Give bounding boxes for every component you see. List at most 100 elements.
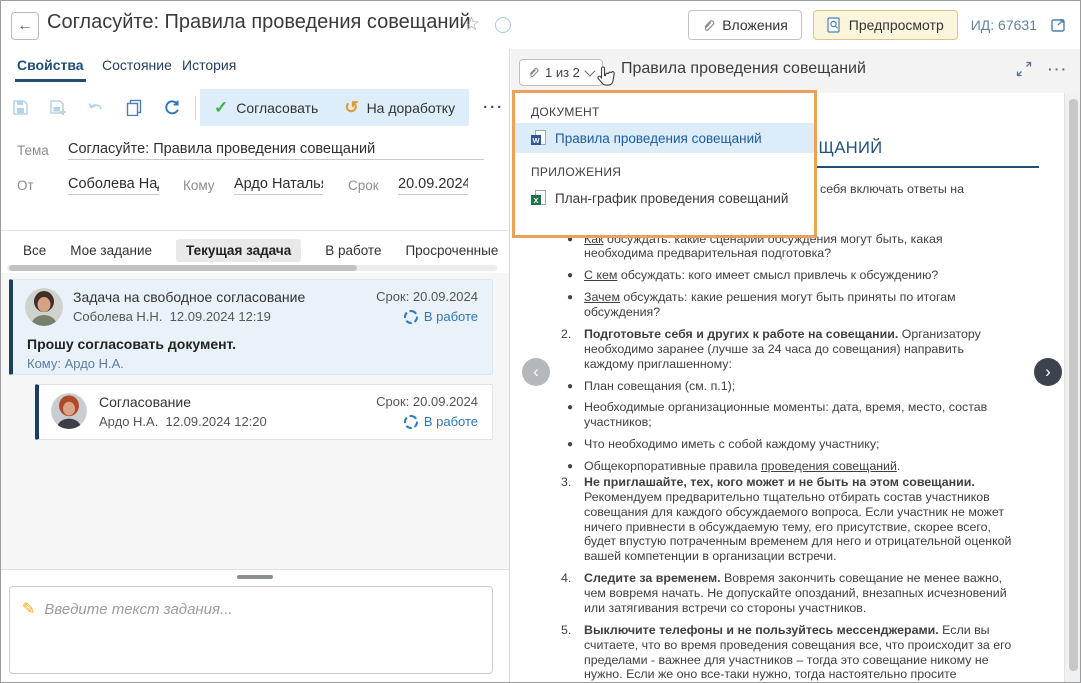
panel-splitter[interactable] — [1, 569, 509, 583]
dropdown-item-label: План-график проведения совещаний — [555, 191, 788, 206]
filter-tab[interactable]: Все — [23, 243, 46, 258]
attachments-dropdown: ДОКУМЕНТWПравила проведения совещанийПРИ… — [512, 90, 817, 238]
dropdown-section-header: ПРИЛОЖЕНИЯ — [515, 153, 814, 183]
doc-item-marker: ● — [567, 379, 584, 394]
save-and-add-icon[interactable] — [39, 99, 77, 116]
prev-page-button[interactable]: ‹ — [522, 358, 550, 386]
task-title: Согласование — [99, 394, 191, 410]
avatar — [51, 393, 87, 429]
doc-item-text: Необходимые организационные моменты: дат… — [584, 400, 1015, 430]
copy-icon[interactable] — [115, 99, 153, 116]
panel-tabs: Свойства Состояние История — [1, 49, 509, 88]
filter-tab[interactable]: В работе — [325, 243, 381, 258]
back-arrow-icon: ← — [17, 17, 33, 35]
task-due: Срок: 20.09.2024 — [376, 394, 478, 409]
task-meta: Ардо Н.А. 12.09.2024 12:20 — [99, 414, 267, 429]
due-label: Срок — [348, 178, 379, 193]
task-meta: Соболева Н.Н. 12.09.2024 12:19 — [73, 309, 271, 324]
doc-item-text: Выключите телефоны и не пользуйтесь месс… — [584, 623, 1015, 683]
task-text-input[interactable]: ✎ Введите текст задания... — [9, 586, 493, 674]
filter-tab[interactable]: Мое задание — [70, 243, 152, 258]
rework-button[interactable]: ↺ На доработку — [344, 99, 455, 116]
attachment-pager-dropdown[interactable]: 1 из 2 — [519, 59, 603, 86]
more-actions-button[interactable]: ··· — [483, 99, 504, 116]
attachments-button[interactable]: Вложения — [688, 10, 802, 40]
preview-header-icons: ··· — [1016, 61, 1068, 77]
page-title: Согласуйте: Правила проведения совещаний — [47, 11, 471, 34]
task-footer: Кому: Ардо Н.А. — [27, 356, 124, 371]
save-icon[interactable] — [1, 99, 39, 116]
doc-item-text: Зачем обсуждать: какие решения могут быт… — [584, 290, 1015, 320]
undo-icon[interactable] — [77, 100, 115, 115]
doc-numbered-item: 3.Не приглашайте, тех, кого может и не б… — [561, 475, 1039, 564]
doc-item-marker: 5. — [561, 623, 584, 683]
app-window: ← Согласуйте: Правила проведения совещан… — [0, 0, 1081, 683]
preview-header: 1 из 2 Правила проведения совещаний ··· — [511, 49, 1081, 93]
refresh-icon[interactable] — [153, 99, 191, 117]
document-body: 1.Пишите план совещания. Он должен в себ… — [561, 182, 1039, 683]
toolbar-divider — [195, 96, 196, 120]
tab-properties[interactable]: Свойства — [17, 57, 84, 73]
task-status: В работе — [404, 309, 478, 324]
word-file-icon: W — [531, 130, 546, 146]
paperclip-icon — [528, 66, 539, 79]
task-title: Задача на свободное согласование — [73, 289, 305, 305]
next-page-button[interactable]: › — [1034, 358, 1062, 386]
filter-scrollbar-thumb[interactable] — [9, 265, 357, 271]
filter-tab[interactable]: Просроченные — [405, 243, 498, 258]
preview-panel: 1 из 2 Правила проведения совещаний ··· … — [511, 49, 1081, 683]
doc-item-marker: 4. — [561, 571, 584, 616]
doc-item-text: Подготовьте себя и других к работе на со… — [584, 327, 1015, 372]
subject-field[interactable]: Согласуйте: Правила проведения совещаний — [68, 141, 484, 160]
due-field[interactable]: 20.09.2024 — [398, 176, 468, 195]
task-form: Тема Согласуйте: Правила проведения сове… — [1, 131, 509, 231]
task-due: Срок: 20.09.2024 — [376, 289, 478, 304]
to-field[interactable]: Ардо Наталья — [234, 176, 323, 195]
doc-item-marker: ● — [567, 459, 584, 474]
splitter-handle[interactable] — [237, 575, 273, 579]
from-field[interactable]: Соболева Над — [68, 176, 159, 195]
doc-item-marker: 2. — [561, 327, 584, 372]
preview-doc-title: Правила проведения совещаний — [621, 60, 866, 78]
doc-item-marker: ● — [567, 290, 584, 320]
preview-button[interactable]: Предпросмотр — [813, 10, 958, 40]
rework-arrow-icon: ↺ — [344, 99, 358, 116]
task-card-approval[interactable]: Согласование Ардо Н.А. 12.09.2024 12:20 … — [35, 384, 493, 440]
filter-tab[interactable]: Текущая задача — [176, 239, 301, 262]
dropdown-item[interactable]: XПлан-график проведения совещаний — [515, 183, 814, 213]
doc-bullet-item: ●Что необходимо иметь с собой каждому уч… — [561, 437, 1039, 452]
input-placeholder: Введите текст задания... — [44, 601, 232, 618]
loading-circle-icon — [495, 17, 511, 33]
filter-scrollbar-track — [7, 265, 497, 271]
in-progress-icon — [404, 415, 418, 429]
to-label: Кому — [183, 178, 215, 193]
tab-state[interactable]: Состояние — [102, 57, 172, 73]
task-card-main[interactable]: Задача на свободное согласование Соболев… — [9, 279, 493, 375]
preview-more-button[interactable]: ··· — [1048, 61, 1068, 77]
approve-button[interactable]: ✓ Согласовать — [214, 98, 318, 118]
doc-bullet-item: ●Необходимые организационные моменты: да… — [561, 400, 1039, 430]
doc-item-text: Следите за временем. Вовремя закончить с… — [584, 571, 1015, 616]
back-button[interactable]: ← — [11, 12, 39, 40]
preview-scrollbar-track — [1064, 93, 1081, 683]
tab-history[interactable]: История — [182, 57, 236, 73]
task-input-zone: ✎ Введите текст задания... — [1, 582, 509, 683]
check-icon: ✓ — [214, 98, 228, 118]
action-area: ✓ Согласовать ↺ На доработку — [200, 89, 469, 126]
favorite-star-icon[interactable]: ☆ — [463, 13, 480, 36]
dropdown-item[interactable]: WПравила проведения совещаний — [515, 123, 814, 153]
dropdown-section-header: ДОКУМЕНТ — [515, 93, 814, 123]
doc-item-text: Общекорпоративные правила проведения сов… — [584, 459, 1015, 474]
doc-item-text: План совещания (см. п.1); — [584, 379, 1015, 394]
subject-label: Тема — [17, 143, 49, 158]
expand-icon[interactable] — [1016, 61, 1032, 77]
open-in-window-icon[interactable] — [1050, 17, 1068, 33]
in-progress-icon — [404, 310, 418, 324]
preview-scrollbar-thumb[interactable] — [1069, 99, 1078, 671]
document-id: ИД: 67631 — [971, 17, 1037, 33]
top-bar: ← Согласуйте: Правила проведения совещан… — [1, 1, 1080, 49]
doc-item-marker: ● — [567, 437, 584, 452]
filter-bar: Все Мое задание Текущая задача В работе Прос… — [1, 236, 509, 264]
doc-item-text: Что необходимо иметь с собой каждому уча… — [584, 437, 1015, 452]
pencil-icon: ✎ — [22, 601, 35, 618]
